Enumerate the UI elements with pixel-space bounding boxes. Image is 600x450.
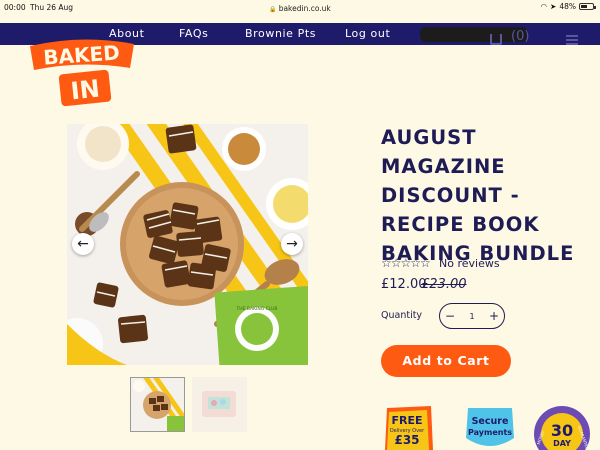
thumbnail-1[interactable]: [130, 377, 185, 432]
free-delivery-badge: FREE Delivery Over £35: [383, 404, 435, 450]
lock-icon: 🔒: [269, 6, 277, 13]
address-bar[interactable]: 🔒 bakedin.co.uk: [0, 4, 600, 13]
wifi-icon: ◠: [540, 2, 548, 11]
secure-payments-badge: Secure Payments: [462, 404, 518, 450]
svg-text:30: 30: [551, 421, 573, 440]
status-indicators: ◠ ➤ 48%: [540, 2, 596, 11]
gallery-prev-button[interactable]: ←: [72, 233, 94, 255]
quantity-stepper: − 1 +: [439, 303, 505, 329]
reviews-link[interactable]: No reviews: [439, 257, 500, 270]
gallery-next-button[interactable]: →: [281, 233, 303, 255]
svg-text:DAY: DAY: [553, 439, 571, 448]
product-title: AUGUST MAGAZINE DISCOUNT - RECIPE BOOK B…: [381, 126, 575, 265]
quantity-label: Quantity: [381, 310, 423, 321]
quantity-decrease-button[interactable]: −: [445, 309, 455, 323]
quantity-input[interactable]: 1: [469, 312, 474, 321]
cart-icon[interactable]: [490, 34, 502, 45]
svg-text:Payments: Payments: [468, 428, 512, 437]
nav-brownie-pts[interactable]: Brownie Pts: [245, 27, 316, 40]
compare-price: £23.00: [421, 277, 467, 292]
add-to-cart-button[interactable]: Add to Cart: [381, 345, 511, 377]
quantity-increase-button[interactable]: +: [489, 309, 499, 323]
status-bar: 00:00 Thu 26 Aug 🔒 bakedin.co.uk ◠ ➤ 48%: [0, 0, 600, 16]
nav-faqs[interactable]: FAQs: [179, 27, 208, 40]
nav-log-out[interactable]: Log out: [345, 27, 390, 40]
baking-club-badge: THE BAKING CLUB: [236, 306, 278, 312]
location-icon: ➤: [550, 2, 557, 11]
svg-text:£35: £35: [394, 433, 419, 447]
battery-icon: [579, 3, 596, 10]
svg-text:FREE: FREE: [391, 414, 422, 427]
rating-stars-icon[interactable]: ☆☆☆☆☆: [381, 256, 431, 270]
url-text: bakedin.co.uk: [278, 4, 331, 13]
svg-text:Secure: Secure: [472, 416, 509, 427]
money-back-guarantee-badge: 30 DAY MONEY GUARANTEE: [532, 404, 592, 450]
menu-icon[interactable]: [566, 35, 578, 47]
product-price: £12.00: [381, 277, 427, 292]
product-image[interactable]: THE BAKING CLUB: [67, 124, 308, 365]
thumbnail-2[interactable]: [192, 377, 247, 432]
svg-text:IN: IN: [69, 75, 101, 106]
cart-count[interactable]: (0): [511, 29, 529, 44]
baked-in-logo[interactable]: BAKED IN: [22, 38, 142, 108]
battery-percent: 48%: [559, 2, 576, 11]
